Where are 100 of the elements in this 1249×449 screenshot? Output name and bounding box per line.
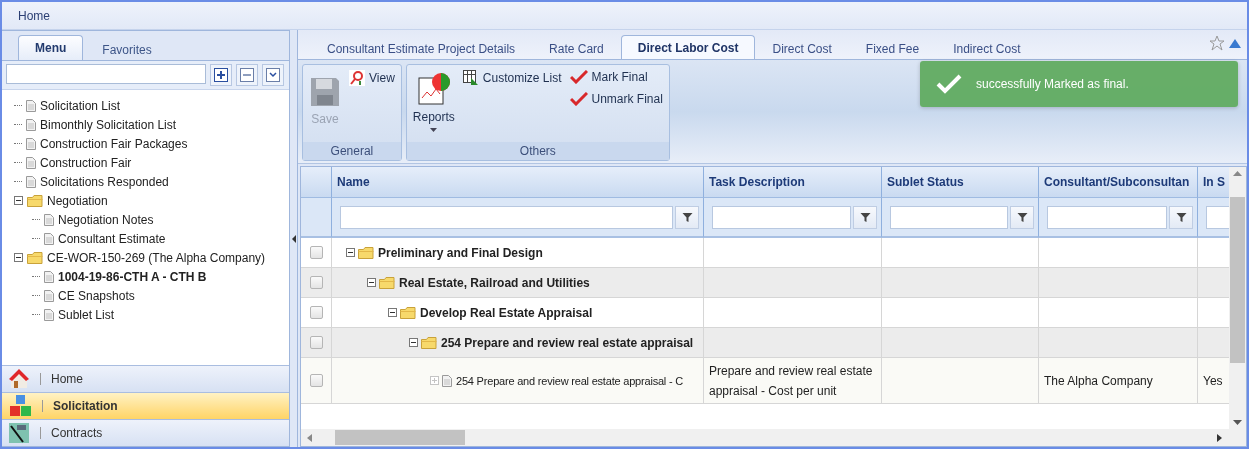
table-cell: Prepare and review real estate appraisal - Cost per unit	[704, 358, 882, 404]
tree-item[interactable]: Negotiation Notes	[58, 212, 154, 227]
folder-icon	[400, 306, 416, 319]
filter-button[interactable]	[675, 205, 699, 229]
content-tab[interactable]: Consultant Estimate Project Details	[310, 37, 533, 59]
filter-field[interactable]	[712, 205, 851, 229]
row-checkbox[interactable]	[310, 336, 323, 349]
filter-icon	[1175, 211, 1187, 223]
tree-item[interactable]: Negotiation	[47, 193, 108, 208]
folder-icon	[379, 276, 395, 289]
filter-button[interactable]	[1010, 205, 1034, 229]
filter-field[interactable]	[890, 205, 1008, 229]
collapse-all-button[interactable]	[236, 64, 258, 86]
sidebar-tab[interactable]: Favorites	[85, 38, 169, 60]
breadcrumb-title[interactable]: Home	[18, 8, 50, 23]
column-header[interactable]: Name	[332, 167, 704, 198]
expand-all-button[interactable]	[210, 64, 232, 86]
page-icon	[44, 270, 54, 283]
magnifier-icon	[349, 70, 365, 86]
content-tab[interactable]: Rate Card	[532, 37, 621, 59]
group-title: General	[303, 142, 401, 160]
row-name: Real Estate, Railroad and Utilities	[399, 274, 590, 292]
row-checkbox[interactable]	[310, 246, 323, 259]
dropdown-button[interactable]	[262, 64, 284, 86]
tree-item[interactable]: Solicitation List	[40, 98, 121, 113]
table-cell: The Alpha Company	[1039, 358, 1198, 404]
collapse-arrow-icon[interactable]	[291, 234, 296, 243]
row-name: 254 Prepare and review real estate appraisal - C	[456, 373, 684, 389]
clipboard-pen-icon	[8, 422, 30, 444]
folder-icon	[421, 336, 437, 349]
horizontal-scrollbar[interactable]	[301, 429, 1246, 446]
house-icon	[8, 368, 30, 390]
tree-item[interactable]: Construction Fair Packages	[40, 136, 188, 151]
page-icon	[44, 213, 54, 226]
group-title: Others	[406, 142, 669, 160]
page-icon	[26, 99, 36, 112]
column-header[interactable]: In S	[1198, 167, 1229, 198]
filter-field[interactable]	[1047, 205, 1167, 229]
page-icon	[26, 137, 36, 150]
column-header[interactable]: Consultant/Subconsultan	[1039, 167, 1198, 198]
row-name: Develop Real Estate Appraisal	[420, 304, 593, 322]
page-icon	[44, 289, 54, 302]
table-grid-icon	[462, 70, 479, 86]
nav-item[interactable]: Solicitation	[2, 392, 289, 419]
row-checkbox[interactable]	[310, 306, 323, 319]
tree-item[interactable]: Construction Fair	[40, 155, 132, 170]
collapse-icon[interactable]	[346, 248, 355, 257]
tree-item[interactable]: CE-WOR-150-269 (The Alpha Company)	[47, 250, 266, 265]
header-cell	[301, 167, 332, 198]
page-icon	[442, 374, 452, 387]
collapse-icon[interactable]	[14, 195, 23, 205]
tree-item[interactable]: Consultant Estimate	[58, 231, 166, 246]
content-tab[interactable]: Direct Labor Cost	[620, 35, 756, 59]
table-cell	[1198, 268, 1229, 298]
tree-item[interactable]: Solicitations Responded	[40, 174, 169, 189]
ribbon-button[interactable]: View	[347, 68, 397, 88]
tree-item[interactable]: CE Snapshots	[58, 288, 135, 303]
filter-button[interactable]	[853, 205, 877, 229]
folder-icon	[27, 251, 43, 264]
report-chart-icon	[416, 72, 451, 106]
sidebar-tab[interactable]: Menu	[18, 35, 84, 60]
folder-icon	[27, 194, 43, 207]
ribbon-button[interactable]: Mark Final	[567, 68, 665, 86]
content-tab[interactable]: Fixed Fee	[848, 37, 937, 59]
collapse-icon[interactable]	[14, 252, 23, 262]
ribbon-button[interactable]: Unmark Final	[567, 90, 665, 108]
table-cell	[1198, 328, 1229, 358]
collapse-icon[interactable]	[388, 308, 397, 317]
page-icon	[26, 156, 36, 169]
filter-button[interactable]	[1169, 205, 1193, 229]
column-header[interactable]: Sublet Status	[882, 167, 1039, 198]
collapse-up-icon[interactable]	[1229, 38, 1241, 48]
nav-item[interactable]: Home	[2, 365, 289, 392]
content-tab[interactable]: Direct Cost	[755, 37, 849, 59]
filter-field[interactable]	[340, 205, 673, 229]
tree-item[interactable]: 1004-19-86-CTH A - CTH B	[58, 269, 207, 284]
checkmark-icon	[569, 70, 588, 84]
collapse-icon[interactable]	[409, 338, 418, 347]
star-icon[interactable]	[1209, 35, 1225, 51]
row-checkbox[interactable]	[310, 276, 323, 289]
vertical-scrollbar[interactable]	[1229, 167, 1246, 429]
caret-icon	[430, 128, 438, 132]
table-cell: Yes	[1198, 358, 1229, 404]
page-icon	[44, 232, 54, 245]
nav-item[interactable]: Contracts	[2, 419, 289, 446]
filter-field[interactable]	[1206, 205, 1229, 229]
tree-item[interactable]: Sublet List	[58, 307, 115, 322]
content-tab[interactable]: Indirect Cost	[936, 37, 1038, 59]
page-icon	[26, 118, 36, 131]
ribbon-button[interactable]: Customize List	[460, 68, 564, 88]
checkmark-icon	[936, 74, 962, 94]
menu-search-field[interactable]	[6, 64, 206, 84]
tree-item[interactable]: Bimonthly Solicitation List	[40, 117, 177, 132]
column-header[interactable]: Task Description	[704, 167, 882, 198]
collapse-icon[interactable]	[367, 278, 376, 287]
ribbon-button[interactable]: Reports	[410, 68, 457, 139]
folder-icon	[358, 246, 374, 259]
row-name: 254 Prepare and review real estate appraisal	[441, 334, 694, 352]
page-icon	[26, 175, 36, 188]
row-checkbox[interactable]	[310, 374, 323, 387]
